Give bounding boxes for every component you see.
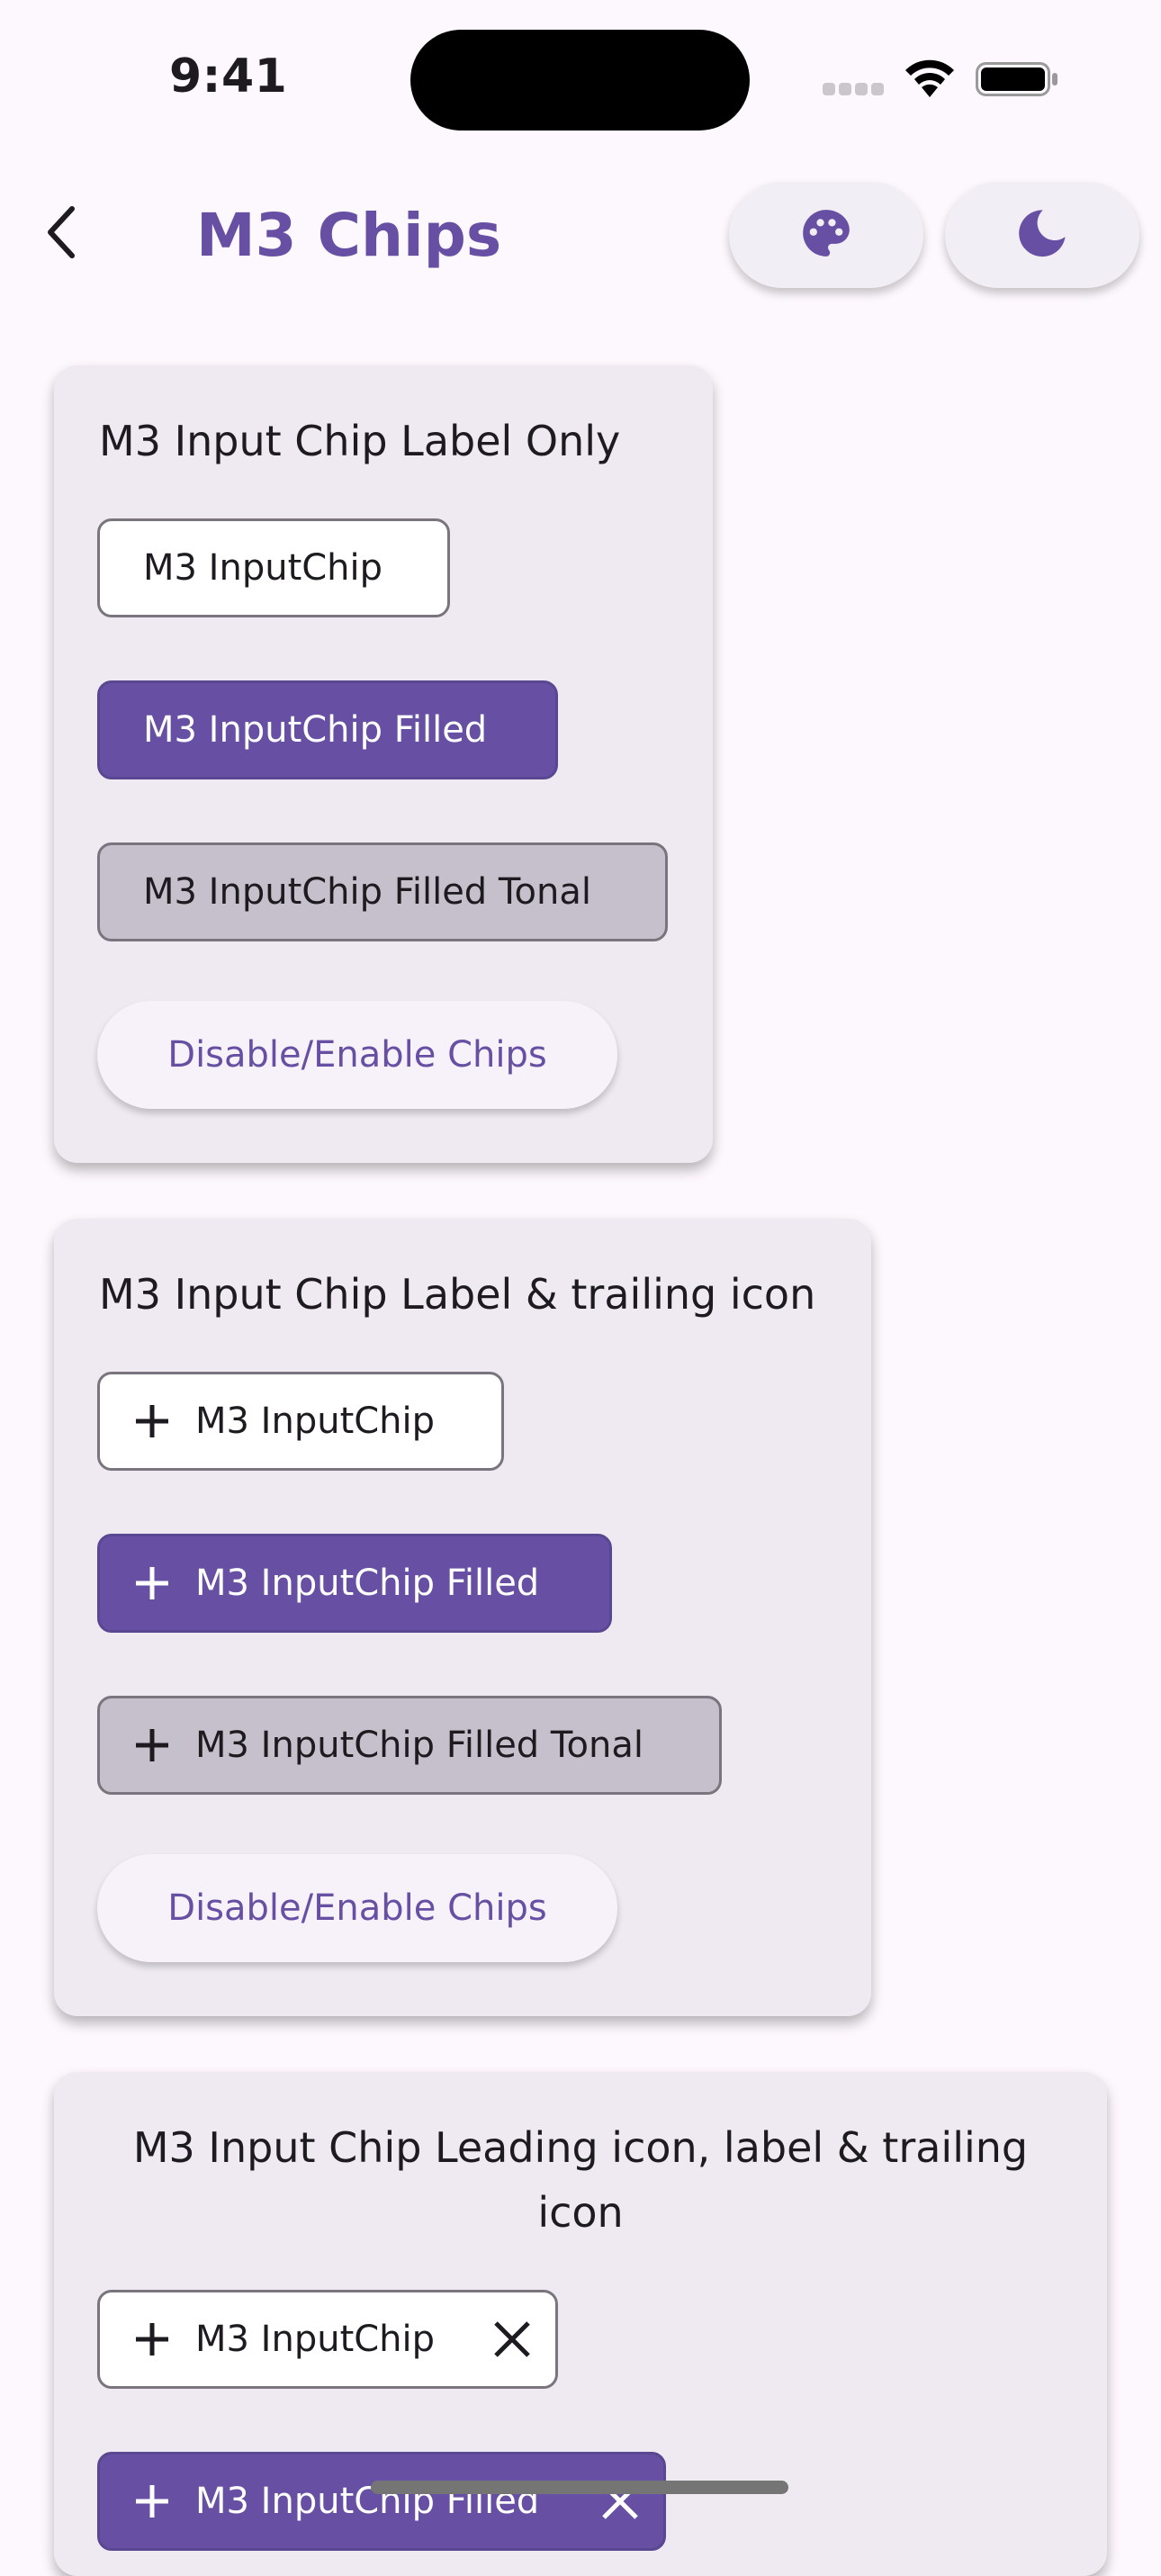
moon-icon xyxy=(1014,205,1070,265)
back-button[interactable] xyxy=(32,198,90,270)
home-indicator xyxy=(371,2481,788,2494)
card-label-trailing-icon: M3 Input Chip Label & trailing icon M3 I… xyxy=(54,1219,871,2016)
plus-icon xyxy=(132,1563,172,1603)
input-chip-filled-tonal[interactable]: M3 InputChip Filled Tonal xyxy=(97,842,668,941)
disable-enable-chips-button[interactable]: Disable/Enable Chips xyxy=(97,1001,617,1109)
dynamic-island xyxy=(410,30,750,131)
disable-enable-chips-button[interactable]: Disable/Enable Chips xyxy=(97,1854,617,1962)
chip-label: M3 InputChip Filled xyxy=(195,1563,540,1604)
wifi-icon xyxy=(904,59,956,97)
close-icon[interactable] xyxy=(492,2319,532,2359)
palette-icon xyxy=(798,205,854,265)
card-title-line-1: M3 Input Chip Leading icon, label & trai… xyxy=(132,2123,1029,2172)
chip-label: M3 InputChip Filled Tonal xyxy=(143,871,591,913)
input-chip-outlined[interactable]: M3 InputChip xyxy=(97,2290,558,2389)
input-chip-filled-tonal[interactable]: M3 InputChip Filled Tonal xyxy=(97,1696,722,1795)
input-chip-filled[interactable]: M3 InputChip Filled xyxy=(97,2452,666,2551)
input-chip-filled[interactable]: M3 InputChip Filled xyxy=(97,680,558,779)
page-title: M3 Chips xyxy=(196,201,502,270)
chip-label: M3 InputChip xyxy=(143,547,383,589)
dark-mode-button[interactable] xyxy=(945,182,1139,288)
plus-icon xyxy=(132,2481,172,2521)
chip-label: M3 InputChip Filled xyxy=(143,709,488,751)
battery-icon xyxy=(976,62,1058,96)
card-title-line-2: icon xyxy=(537,2188,624,2237)
chevron-left-icon xyxy=(41,203,81,265)
chip-label: M3 InputChip Filled Tonal xyxy=(195,1725,644,1766)
chip-label: M3 InputChip xyxy=(195,1401,436,1442)
chip-label: M3 InputChip xyxy=(195,2319,436,2360)
theme-color-button[interactable] xyxy=(729,182,923,288)
input-chip-filled[interactable]: M3 InputChip Filled xyxy=(97,1534,612,1633)
card-label-only: M3 Input Chip Label Only M3 InputChip M3… xyxy=(54,365,713,1163)
plus-icon xyxy=(132,1401,172,1441)
input-chip-outlined[interactable]: M3 InputChip xyxy=(97,1372,504,1471)
plus-icon xyxy=(132,2319,172,2359)
input-chip-outlined[interactable]: M3 InputChip xyxy=(97,518,450,617)
plus-icon xyxy=(132,1725,172,1765)
card-title: M3 Input Chip Label Only xyxy=(99,417,621,465)
cellular-signal-icon xyxy=(823,83,884,95)
card-title: M3 Input Chip Label & trailing icon xyxy=(99,1270,816,1319)
status-time: 9:41 xyxy=(169,50,288,104)
card-leading-label-trailing-icon: M3 Input Chip Leading icon, label & trai… xyxy=(54,2072,1107,2576)
